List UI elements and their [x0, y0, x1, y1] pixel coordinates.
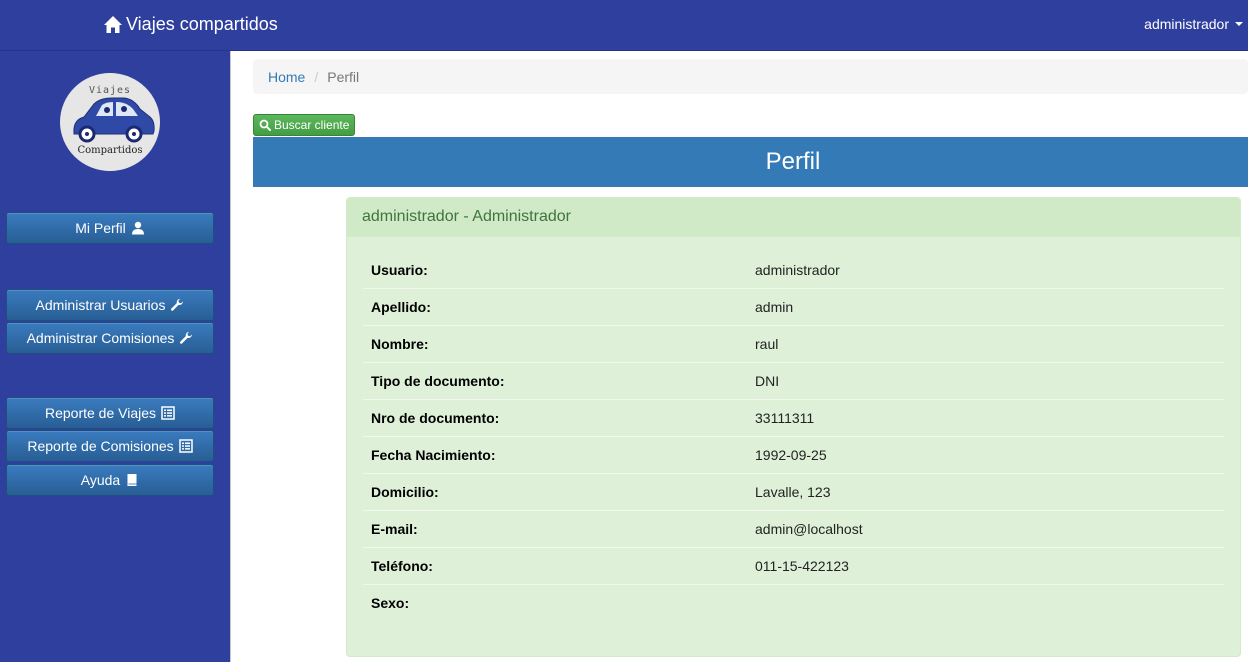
sidebar-item-reporte-de-viajes[interactable]: Reporte de Viajes — [6, 397, 214, 429]
page-title-bar: Perfil — [253, 137, 1248, 187]
breadcrumb-separator: / — [314, 68, 319, 85]
table-row: E-mail: admin@localhost — [363, 510, 1224, 547]
breadcrumb-home-link[interactable]: Home — [268, 69, 305, 85]
sidebar-item-ayuda[interactable]: Ayuda — [6, 464, 214, 496]
field-label: Nro de documento: — [371, 410, 500, 426]
table-row: Sexo: — [363, 584, 1224, 621]
field-label: Tipo de documento: — [371, 373, 505, 389]
table-row: Fecha Nacimiento: 1992-09-25 — [363, 436, 1224, 473]
sidebar: Viajes Compartidos Mi Perfil Administrar… — [0, 51, 231, 662]
field-label: Fecha Nacimiento: — [371, 447, 496, 463]
caret-down-icon — [1235, 22, 1243, 26]
field-label: Nombre: — [371, 336, 429, 352]
list-alt-icon — [178, 439, 193, 453]
field-value: administrador — [755, 261, 840, 278]
breadcrumb-current: Perfil — [327, 68, 360, 85]
user-name: administrador — [1144, 16, 1229, 32]
logo-bottom-text: Compartidos — [77, 145, 142, 156]
field-label: Usuario: — [371, 261, 428, 278]
panel-heading: administrador - Administrador — [347, 198, 1240, 237]
home-icon — [104, 15, 122, 33]
field-label: Apellido: — [371, 299, 431, 315]
book-icon — [125, 473, 139, 487]
field-value: Lavalle, 123 — [755, 484, 831, 500]
buscar-cliente-button[interactable]: Buscar cliente — [253, 114, 356, 136]
table-row: Nombre: raul — [363, 325, 1224, 362]
table-row: Apellido: admin — [363, 288, 1224, 325]
list-alt-icon — [161, 406, 175, 420]
field-value: admin — [755, 299, 794, 315]
panel-heading-text: administrador - Administrador — [362, 208, 571, 225]
field-label: Teléfono: — [371, 558, 433, 574]
field-value: 1992-09-25 — [755, 447, 827, 463]
field-value: DNI — [755, 373, 780, 389]
table-row: Teléfono: 011-15-422123 — [363, 547, 1224, 584]
logo-top-text: Viajes — [89, 85, 131, 96]
profile-table: Usuario: administrador Apellido: admin Nom… — [363, 251, 1224, 621]
wrench-icon — [170, 298, 184, 312]
field-label: E-mail: — [371, 521, 418, 537]
sidebar-item-label: Ayuda — [80, 472, 121, 488]
table-row: Tipo de documento: DNI — [363, 362, 1224, 399]
search-icon — [259, 119, 271, 131]
profile-panel: administrador - Administrador Usuario: ad… — [346, 197, 1241, 657]
sidebar-item-reporte-de-comisiones[interactable]: Reporte de Comisiones — [6, 430, 214, 462]
sidebar-item-label: Mi Perfil — [75, 220, 126, 236]
field-label: Sexo: — [371, 595, 410, 611]
sidebar-item-mi-perfil[interactable]: Mi Perfil — [6, 212, 214, 244]
brand-title: Viajes compartidos — [126, 14, 278, 34]
field-label: Domicilio: — [371, 484, 439, 500]
field-value: admin@localhost — [755, 521, 863, 537]
field-value: 011-15-422123 — [755, 558, 849, 574]
wrench-icon — [179, 331, 193, 345]
sidebar-item-label: Administrar Usuarios — [35, 297, 166, 313]
brand-link[interactable]: Viajes compartidos — [103, 14, 278, 35]
sidebar-item-administrar-usuarios[interactable]: Administrar Usuarios — [6, 289, 214, 321]
sidebar-item-label: Reporte de Comisiones — [27, 438, 174, 454]
field-value: raul — [755, 336, 779, 352]
sidebar-item-administrar-comisiones[interactable]: Administrar Comisiones — [6, 322, 214, 354]
page-title: Perfil — [765, 148, 821, 175]
sidebar-item-label: Reporte de Viajes — [44, 405, 157, 421]
buscar-cliente-label: Buscar cliente — [274, 118, 350, 132]
sidebar-item-label: Administrar Comisiones — [26, 330, 175, 346]
user-dropdown[interactable]: administrador — [1144, 16, 1243, 32]
field-value: 33111311 — [755, 410, 815, 426]
logo: Viajes Compartidos — [60, 73, 160, 171]
breadcrumb: Home / Perfil — [253, 59, 1248, 94]
user-icon — [131, 221, 145, 235]
table-row: Domicilio: Lavalle, 123 — [363, 473, 1224, 510]
table-row: Usuario: administrador — [363, 251, 1224, 288]
table-row: Nro de documento: 33111311 — [363, 399, 1224, 436]
top-navbar: Viajes compartidos administrador — [0, 0, 1248, 51]
